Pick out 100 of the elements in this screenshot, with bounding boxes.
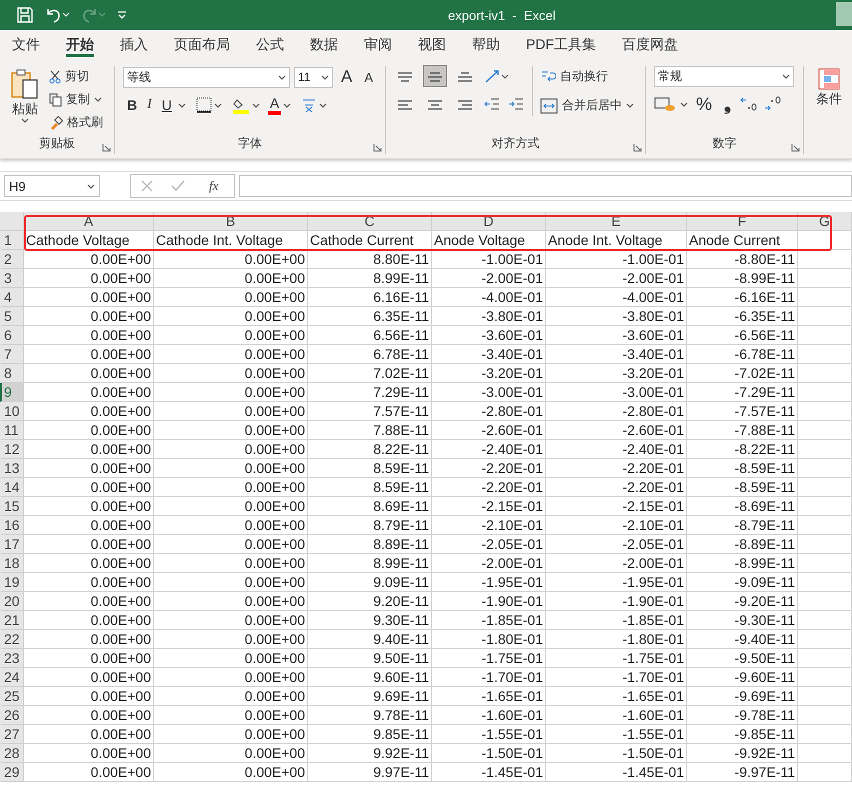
table-cell: 9.09E-11 [308,573,432,592]
ribbon-tab[interactable]: PDF工具集 [518,30,604,60]
table-cell: Anode Voltage [432,231,546,250]
table-cell: 0.00E+00 [24,288,154,307]
dialog-launcher-icon[interactable] [633,143,642,152]
row-header[interactable]: 23 [0,649,24,668]
font-size-field[interactable]: 11 [294,66,333,88]
row-header[interactable]: 5 [0,307,24,326]
number-format-field[interactable]: 常规 [654,66,794,87]
phonetic-guide-icon[interactable] [301,97,318,113]
ribbon-tab[interactable]: 视图 [410,30,454,60]
comma-style-button[interactable]: ❟ [720,93,736,115]
caret-icon [178,102,186,108]
increase-indent-icon[interactable] [508,97,524,111]
decrease-decimal-icon[interactable] [763,96,784,112]
ribbon-tab[interactable]: 审阅 [356,30,400,60]
row-header[interactable]: 22 [0,630,24,649]
grow-font-button[interactable]: A [336,66,356,88]
row-header[interactable]: 14 [0,478,24,497]
ribbon-tab[interactable]: 开始 [58,30,102,60]
increase-decimal-icon[interactable] [739,96,760,112]
row-header[interactable]: 29 [0,763,24,782]
caret-icon [782,74,790,79]
row-header[interactable]: 11 [0,421,24,440]
table-cell: -8.99E-11 [687,554,798,573]
copy-button[interactable]: 复制 [46,89,106,110]
ribbon-tab[interactable]: 百度网盘 [614,30,686,60]
table-cell: -1.95E-01 [432,573,546,592]
percent-button[interactable]: % [692,93,716,115]
row-header[interactable]: 24 [0,668,24,687]
table-cell: 6.16E-11 [308,288,432,307]
row-header[interactable]: 10 [0,402,24,421]
table-cell: Cathode Current [308,231,432,250]
ribbon-tab[interactable]: 页面布局 [166,30,238,60]
format-painter-button[interactable]: 格式刷 [46,112,106,133]
row-header[interactable]: 9 [0,383,24,402]
row-header[interactable]: 12 [0,440,24,459]
font-color-button[interactable]: A [268,95,282,115]
cut-button[interactable]: 剪切 [46,66,106,87]
row-header[interactable]: 21 [0,611,24,630]
table-cell: -1.65E-01 [546,687,687,706]
row-header[interactable]: 20 [0,592,24,611]
check-icon[interactable] [171,180,185,192]
table-cell: -1.95E-01 [546,573,687,592]
row-header[interactable]: 8 [0,364,24,383]
italic-button[interactable]: I [143,94,156,116]
ribbon-tab[interactable]: 帮助 [464,30,508,60]
merge-cells-icon [540,98,558,114]
insert-function-button[interactable]: fx [203,177,224,195]
row-header[interactable]: 19 [0,573,24,592]
row-header[interactable]: 7 [0,345,24,364]
bold-button[interactable]: B [123,94,142,116]
formula-input[interactable] [239,175,852,197]
dialog-launcher-icon[interactable] [373,143,382,152]
name-box[interactable]: H9 [4,175,100,197]
merge-center-button[interactable]: 合并后居中 [537,95,637,116]
table-cell: 0.00E+00 [24,383,154,402]
text-orientation-icon[interactable] [484,68,510,84]
row-header[interactable]: 4 [0,288,24,307]
row-header[interactable]: 15 [0,497,24,516]
row-header[interactable]: 2 [0,250,24,269]
font-name-field[interactable]: 等线 [123,66,290,88]
table-cell: 0.00E+00 [154,592,308,611]
shrink-font-button[interactable]: A [360,66,377,88]
row-header[interactable]: 13 [0,459,24,478]
currency-format-icon[interactable] [654,96,676,112]
row-header[interactable]: 17 [0,535,24,554]
ribbon-tab[interactable]: 文件 [4,30,48,60]
table-cell: -8.59E-11 [687,478,798,497]
table-cell: 6.78E-11 [308,345,432,364]
table-cell: -2.15E-01 [432,497,546,516]
table-cell: 0.00E+00 [24,744,154,763]
borders-icon[interactable] [196,97,212,113]
table-cell: -2.20E-01 [546,478,687,497]
row-header[interactable]: 6 [0,326,24,345]
conditional-format-button[interactable]: 条件 [814,66,844,110]
ribbon-tab[interactable]: 公式 [248,30,292,60]
wrap-text-button[interactable]: 自动换行 [537,66,637,87]
ribbon-tab[interactable]: 插入 [112,30,156,60]
row-header[interactable]: 27 [0,725,24,744]
row-header[interactable]: 3 [0,269,24,288]
row-header[interactable]: 16 [0,516,24,535]
table-cell: 9.97E-11 [308,763,432,782]
table-cell: 0.00E+00 [24,478,154,497]
row-header[interactable]: 1 [0,231,24,250]
dialog-launcher-icon[interactable] [102,143,111,152]
row-header[interactable]: 26 [0,706,24,725]
underline-button[interactable]: U [158,94,176,116]
table-cell: -9.50E-11 [687,649,798,668]
table-cell: 7.88E-11 [308,421,432,440]
row-header[interactable]: 25 [0,687,24,706]
table-cell: -4.00E-01 [546,288,687,307]
row-header[interactable]: 28 [0,744,24,763]
table-cell: -1.80E-01 [546,630,687,649]
paste-button[interactable]: 粘贴 [8,66,42,135]
decrease-indent-icon[interactable] [484,97,500,111]
dialog-launcher-icon[interactable] [791,143,800,152]
row-header[interactable]: 18 [0,554,24,573]
middle-align-icon[interactable] [424,66,446,86]
ribbon-tab[interactable]: 数据 [302,30,346,60]
